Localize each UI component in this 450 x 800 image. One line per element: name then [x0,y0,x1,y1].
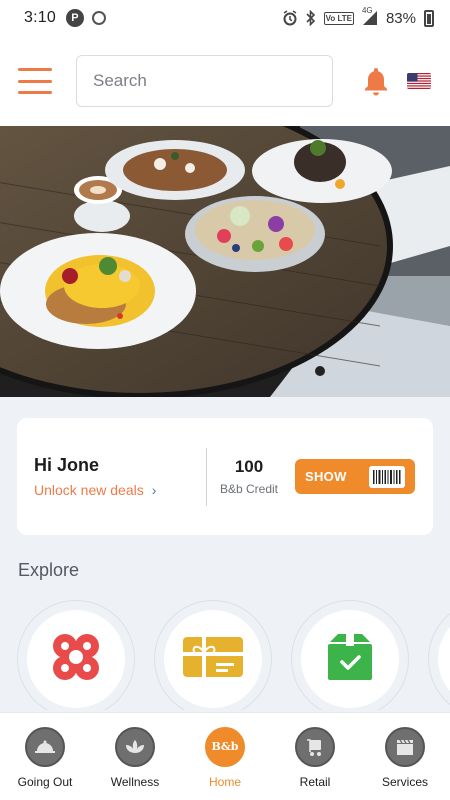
nav-going-out-label: Going Out [17,775,73,789]
clapperboard-icon [385,727,425,767]
status-time: 3:10 [24,9,56,26]
nav-going-out[interactable]: Going Out [0,713,90,800]
network-type: 4G [361,6,373,15]
hero-banner-image[interactable] [0,126,450,397]
cloche-icon [25,727,65,767]
app-notification-icon: P [65,9,84,27]
nav-retail-label: Retail [299,775,331,789]
menu-icon[interactable] [18,68,52,94]
battery-icon [424,9,434,27]
greeting-title: Hi Jone [34,455,100,475]
alarm-icon [282,10,298,26]
credit-section: 100 B&b Credit [207,457,291,496]
greeting-section: Hi Jone Unlock new deals › [17,455,206,498]
explore-carousel[interactable] [0,600,450,710]
greeting-card: Hi Jone Unlock new deals › 100 B&b Credi… [17,418,433,535]
us-flag-icon[interactable] [407,73,431,89]
top-app-bar [0,36,450,126]
status-bar: 3:10 P Vo LTE 4G 83% [0,0,450,36]
nav-services[interactable]: Services [360,713,450,800]
nav-services-label: Services [381,775,428,789]
explore-item-partial[interactable] [428,600,450,710]
lotus-icon [115,727,155,767]
barcode-icon [369,465,405,488]
show-barcode-button[interactable]: SHOW [295,459,415,494]
nav-home-label: Home [208,775,241,789]
show-button-label: SHOW [305,469,347,484]
credit-value: 100 [234,457,264,476]
chevron-right-icon: › [151,482,157,498]
volte-icon: Vo LTE [323,11,354,25]
explore-item-package[interactable] [291,600,409,710]
notification-bell-icon[interactable] [363,66,389,96]
cart-icon [295,727,335,767]
unlock-deals-link[interactable]: Unlock new deals › [34,482,206,498]
bottom-navigation: Going Out Wellness B&b Home Retail Servi… [0,712,450,800]
nav-retail[interactable]: Retail [270,713,360,800]
nav-home[interactable]: B&b Home [180,713,270,800]
battery-percent: 83% [385,9,416,27]
status-system-icons: Vo LTE 4G 83% [282,6,434,27]
signal-icon: 4G [362,6,378,26]
bb-logo-text: B&b [211,740,239,753]
status-notification-icons: P [65,9,106,27]
search-input[interactable] [93,71,316,91]
nav-wellness-label: Wellness [110,775,160,789]
bluetooth-icon [306,10,316,26]
explore-item-flower[interactable] [17,600,135,710]
nav-wellness[interactable]: Wellness [90,713,180,800]
flower-icon [50,631,102,688]
gift-card-icon [182,635,244,684]
settings-notification-icon [91,11,106,25]
credit-label: B&b Credit [219,482,279,496]
explore-heading: Explore [18,560,80,580]
explore-item-gift-card[interactable] [154,600,272,710]
unlock-deals-label: Unlock new deals [34,482,144,498]
search-field[interactable] [76,55,333,107]
bb-logo-icon: B&b [205,727,245,767]
package-check-icon [326,632,374,687]
